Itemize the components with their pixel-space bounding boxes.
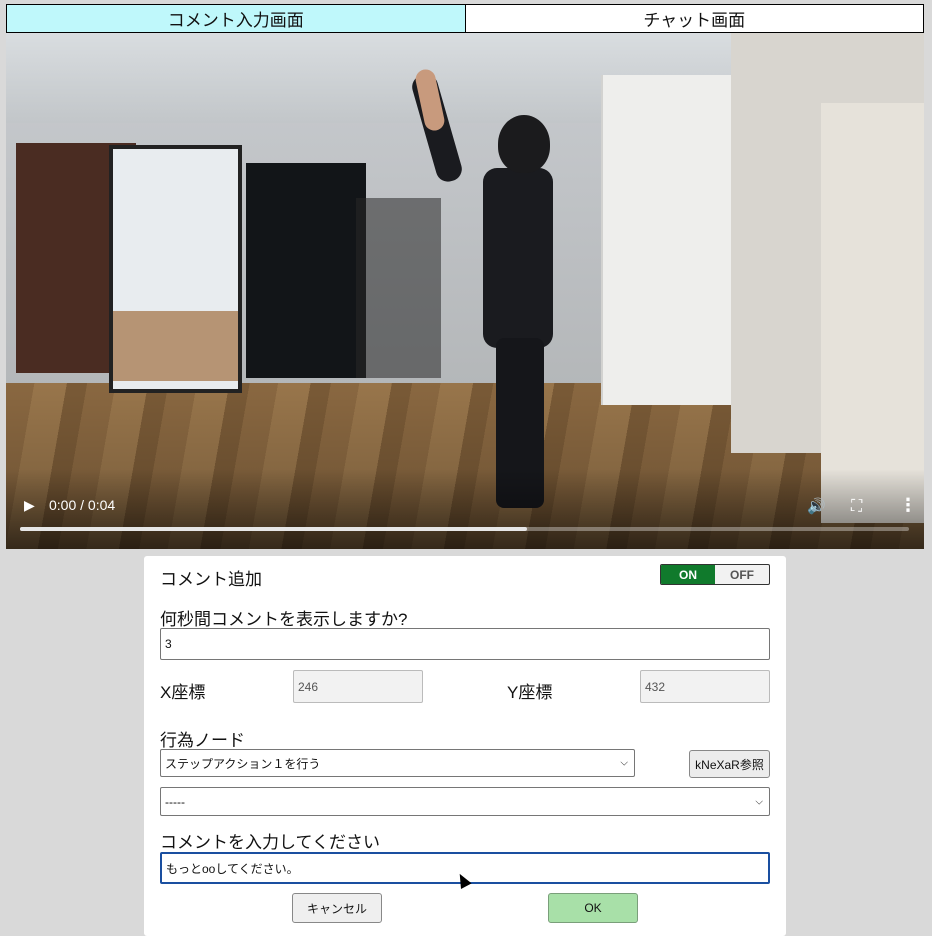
chevron-down-icon: ⌵	[755, 796, 763, 807]
action-node-selected: ステップアクション１を行う	[165, 756, 321, 771]
sub-action-select[interactable]: ----- ⌵	[160, 787, 770, 816]
x-coordinate-field: 246	[293, 670, 423, 703]
volume-icon[interactable]: 🔊	[807, 497, 826, 515]
video-player[interactable]: ▶ 0:00 / 0:04 🔊 ⛶ ⋮	[6, 33, 924, 549]
action-node-select[interactable]: ステップアクション１を行う ⌵	[160, 749, 635, 777]
duration-label: 何秒間コメントを表示しますか?	[160, 610, 408, 629]
video-progress-bar[interactable]	[20, 527, 909, 531]
action-node-label: 行為ノード	[160, 731, 245, 750]
x-coordinate-label: X座標	[160, 683, 206, 702]
more-vert-icon[interactable]: ⋮	[899, 495, 917, 516]
duration-input[interactable]: 3	[160, 628, 770, 660]
fullscreen-icon[interactable]: ⛶	[851, 496, 862, 516]
cancel-button[interactable]: キャンセル	[292, 893, 382, 923]
video-frame	[6, 33, 924, 549]
comment-toggle[interactable]: ON OFF	[660, 564, 770, 585]
video-progress-fill	[20, 527, 527, 531]
tab-comment-input[interactable]: コメント入力画面	[6, 4, 466, 33]
toggle-on-label: ON	[661, 565, 715, 584]
screen-tabs: コメント入力画面 チャット画面	[6, 4, 924, 33]
knexar-reference-button[interactable]: kNeXaR参照	[689, 750, 770, 778]
tab-chat[interactable]: チャット画面	[465, 4, 924, 33]
chevron-down-icon: ⌵	[620, 757, 628, 769]
y-coordinate-label: Y座標	[507, 683, 553, 702]
video-time: 0:00 / 0:04	[49, 497, 116, 513]
toggle-off-label: OFF	[730, 567, 754, 582]
y-coordinate-field: 432	[640, 670, 770, 703]
ok-button[interactable]: OK	[548, 893, 638, 923]
form-title: コメント追加	[160, 570, 262, 589]
play-icon[interactable]: ▶	[24, 498, 35, 514]
comment-label: コメントを入力してください	[160, 833, 380, 852]
sub-action-selected: -----	[165, 794, 185, 809]
